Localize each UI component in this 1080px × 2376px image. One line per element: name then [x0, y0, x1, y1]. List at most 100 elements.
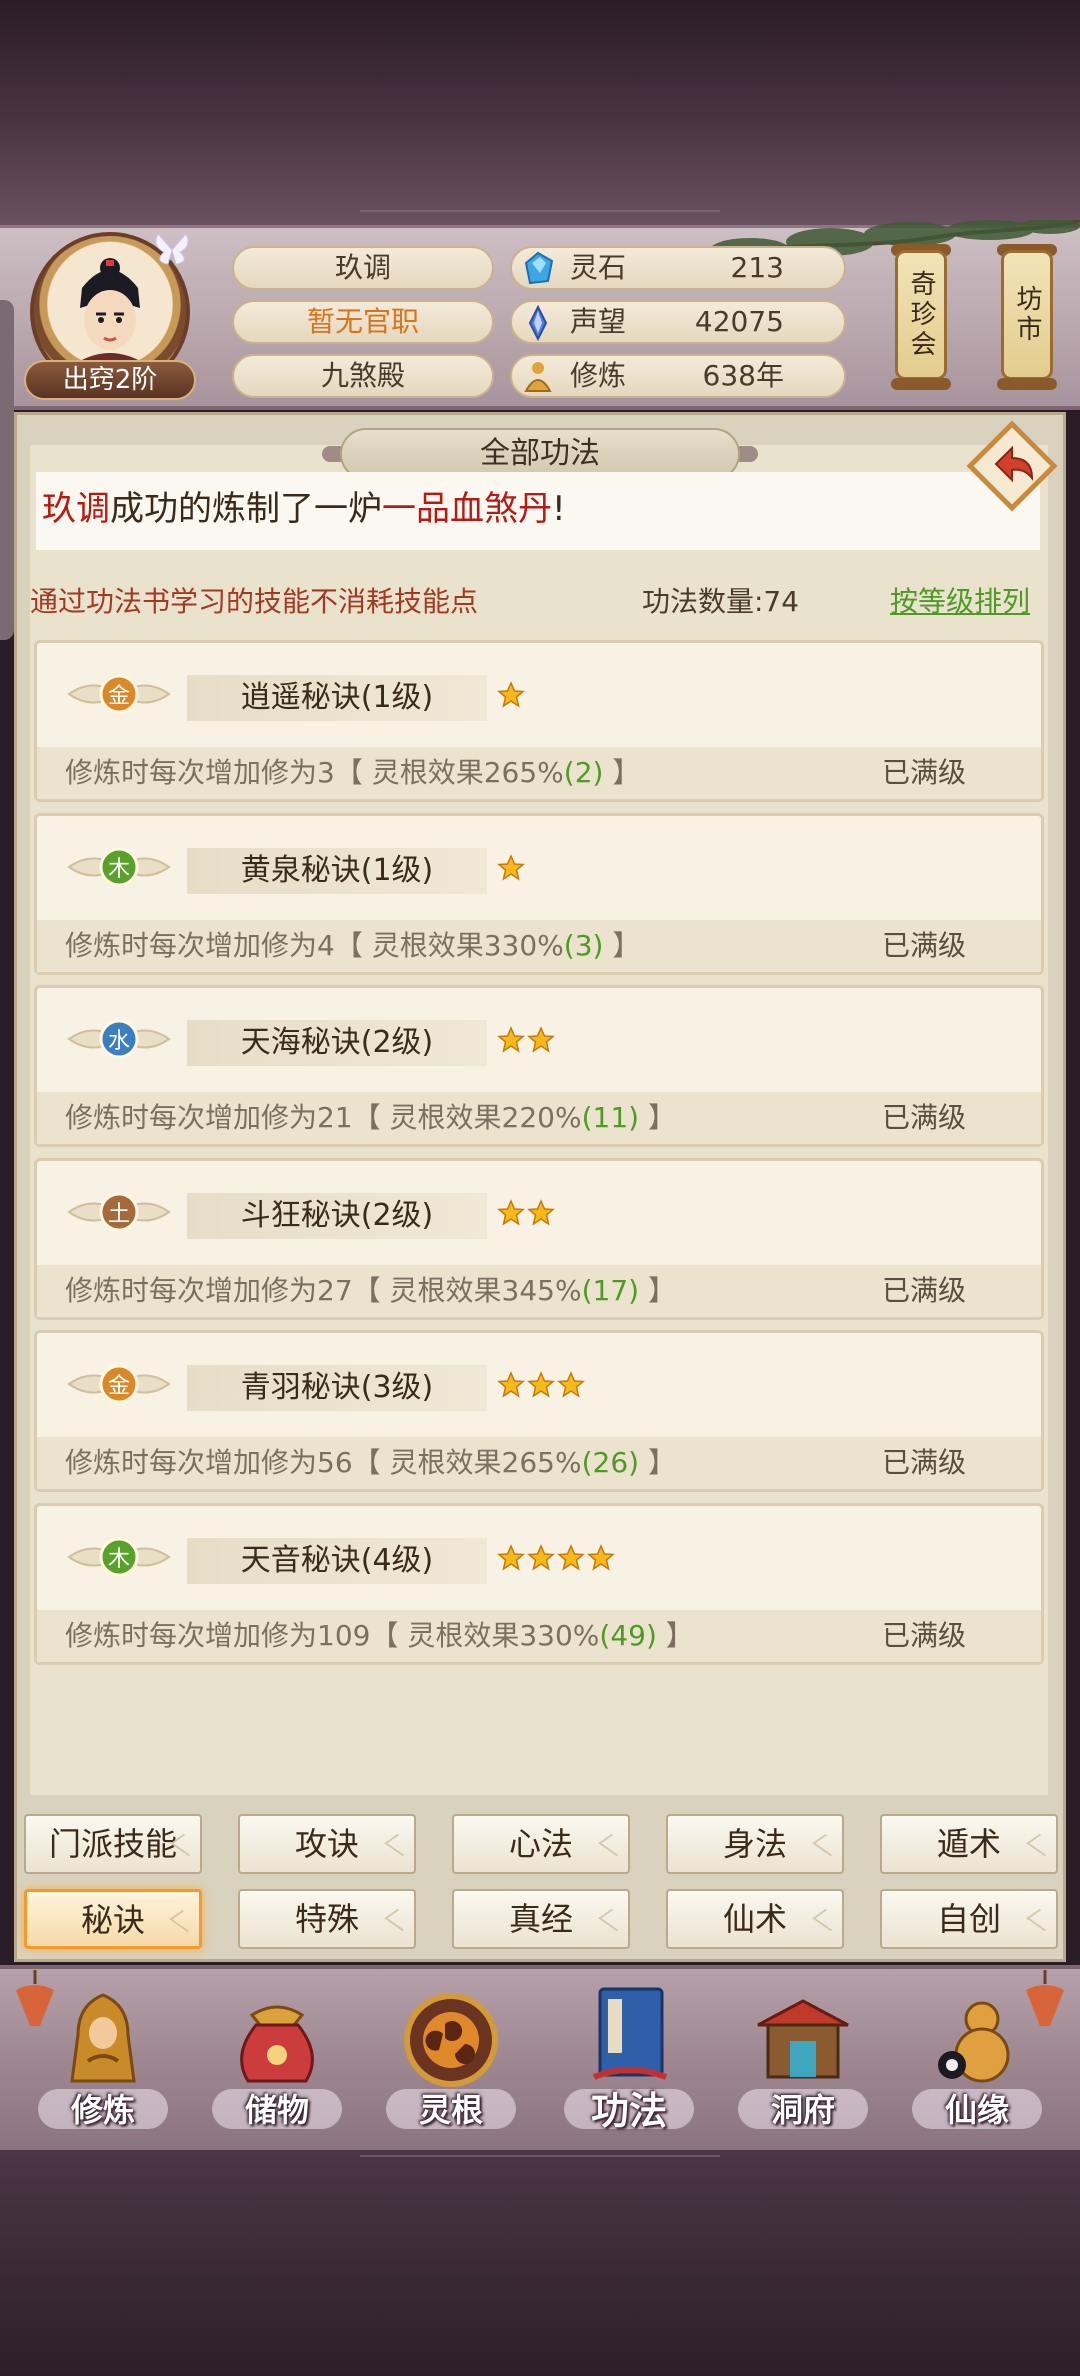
back-arrow-icon[interactable]	[966, 420, 1058, 512]
skill-description: 修炼时每次增加修为4【 灵根效果330%(3) 】	[65, 924, 640, 968]
element-char: 水	[108, 1029, 130, 1054]
skill-name: 黄泉秘诀(1级)	[187, 847, 487, 894]
nav-label: 仙缘	[944, 2091, 1009, 2129]
nav-spirit-root[interactable]: 灵根	[376, 1985, 526, 2145]
nav-cultivate[interactable]: 修炼	[28, 1985, 178, 2145]
desc-end: 】	[603, 928, 641, 962]
reputation-icon	[528, 305, 548, 341]
sort-by-level-link[interactable]: 按等级排列	[890, 580, 1030, 620]
desc-text: 修炼时每次增加修为109【 灵根效果330%	[65, 1618, 600, 1652]
star-icon	[557, 1543, 585, 1578]
reputation-label: 声望	[570, 305, 627, 338]
nav-label: 功法	[590, 2089, 667, 2133]
element-badge-icon: 金	[67, 674, 171, 714]
filter-button[interactable]: 心法	[452, 1814, 630, 1874]
treasure-pavilion-button[interactable]: 奇珍会	[895, 250, 947, 380]
element-badge-icon: 木	[67, 1537, 171, 1576]
star-icon	[527, 1026, 555, 1060]
skill-name: 天音秘诀(4级)	[187, 1537, 487, 1584]
skill-card[interactable]: 木 天音秘诀(4级) 修炼时每次增加修为109【 灵根效果330%(49) 】 已满级	[34, 1502, 1044, 1665]
rank-badge: 出窍2阶	[24, 360, 196, 400]
filter-button[interactable]: 仙术	[666, 1889, 844, 1949]
skill-name: 青羽秘诀(3级)	[187, 1365, 487, 1411]
scroll-cap-bottom	[997, 378, 1057, 390]
skill-card[interactable]: 水 天海秘诀(2级) 修炼时每次增加修为21【 灵根效果220%(11) 】 已满级	[34, 985, 1044, 1147]
max-level-status: 已满级	[882, 1101, 967, 1134]
spirit-stone-icon	[524, 251, 554, 285]
reputation-value: 42075	[694, 305, 784, 338]
element-char: 金	[108, 684, 130, 709]
max-level-status: 已满级	[882, 1618, 967, 1652]
notice-text: 成功的炼制了一炉	[110, 489, 382, 529]
max-level-status: 已满级	[882, 756, 967, 789]
skill-description: 修炼时每次增加修为27【 灵根效果345%(17) 】	[65, 1269, 676, 1313]
skill-count: 功法数量:74	[642, 585, 800, 618]
max-level-status: 已满级	[882, 1446, 967, 1479]
resource-reputation: 声望 42075	[510, 300, 846, 344]
desc-text: 修炼时每次增加修为27【 灵根效果345%	[65, 1273, 582, 1307]
skill-card[interactable]: 土 斗狂秘诀(2级) 修炼时每次增加修为27【 灵根效果345%(17) 】 已满级	[34, 1157, 1044, 1320]
avatar[interactable]	[62, 258, 158, 368]
bottom-background	[0, 2150, 1080, 2376]
element-badge-icon: 水	[67, 1019, 171, 1059]
star-icon	[497, 681, 525, 715]
nav-label: 洞府	[770, 2091, 835, 2129]
filter-button[interactable]: 特殊	[238, 1889, 416, 1949]
nav-skills[interactable]: 功法	[554, 1985, 704, 2145]
star-icon	[587, 1543, 615, 1578]
skill-stars	[497, 1543, 615, 1578]
resource-cultivation: 修炼 638年	[510, 354, 846, 398]
skill-name: 逍遥秘诀(1级)	[187, 675, 487, 721]
filter-button[interactable]: 攻诀	[238, 1814, 416, 1874]
cave-mansion-icon	[757, 1999, 849, 2079]
spirit-stone-value: 213	[730, 251, 784, 284]
max-level-status: 已满级	[882, 928, 967, 962]
skill-card[interactable]: 金 青羽秘诀(3级) 修炼时每次增加修为56【 灵根效果265%(26) 】 已满级	[34, 1330, 1044, 1492]
star-icon	[497, 1026, 525, 1060]
element-char: 木	[108, 1547, 130, 1572]
filter-button[interactable]: 秘诀	[24, 1889, 202, 1949]
desc-text: 修炼时每次增加修为21【 灵根效果220%	[65, 1101, 582, 1134]
star-icon	[497, 853, 525, 888]
market-button[interactable]: 坊市	[1001, 250, 1053, 380]
desc-end: 】	[639, 1446, 676, 1479]
official-title[interactable]: 暂无官职	[232, 300, 494, 344]
cultivation-value: 638年	[702, 359, 784, 392]
desc-text: 修炼时每次增加修为3【 灵根效果265%	[65, 756, 564, 789]
skill-name: 斗狂秘诀(2级)	[187, 1192, 487, 1239]
sect-name: 九煞殿	[232, 354, 494, 398]
star-icon	[527, 1198, 555, 1233]
star-icon	[527, 1543, 555, 1578]
filter-button[interactable]: 遁术	[880, 1814, 1058, 1874]
side-drawer-handle[interactable]	[0, 300, 14, 640]
nav-fate[interactable]: 仙缘	[902, 1985, 1052, 2145]
star-icon	[557, 1371, 585, 1405]
skill-card[interactable]: 金 逍遥秘诀(1级) 修炼时每次增加修为3【 灵根效果265%(2) 】 已满级	[34, 640, 1044, 802]
treasure-bag-icon	[240, 2005, 314, 2083]
skill-hint: 通过功法书学习的技能不消耗技能点	[30, 585, 479, 618]
top-ornament	[360, 188, 720, 212]
skill-stars	[497, 681, 525, 715]
filter-button[interactable]: 自创	[880, 1889, 1058, 1949]
skill-book-icon	[592, 1987, 668, 2080]
desc-end: 】	[603, 756, 641, 789]
cultivation-label: 修炼	[570, 359, 627, 392]
skill-card[interactable]: 木 黄泉秘诀(1级) 修炼时每次增加修为4【 灵根效果330%(3) 】 已满级	[34, 812, 1044, 975]
desc-bonus: (11)	[581, 1101, 640, 1134]
nav-cave[interactable]: 洞府	[728, 1985, 878, 2145]
star-icon	[497, 1198, 525, 1233]
desc-end: 】	[639, 1101, 676, 1134]
skill-stars	[497, 1026, 555, 1060]
filter-button[interactable]: 真经	[452, 1889, 630, 1949]
nav-storage[interactable]: 储物	[202, 1985, 352, 2145]
filter-button[interactable]: 身法	[666, 1814, 844, 1874]
skill-name: 天海秘诀(2级)	[187, 1020, 487, 1066]
butterfly-icon	[155, 233, 189, 265]
filter-button[interactable]: 门派技能	[24, 1814, 202, 1874]
spirit-stone-label: 灵石	[570, 251, 627, 284]
skill-description: 修炼时每次增加修为109【 灵根效果330%(49) 】	[65, 1614, 694, 1658]
skill-description: 修炼时每次增加修为21【 灵根效果220%(11) 】	[65, 1096, 676, 1140]
element-badge-icon: 金	[67, 1364, 171, 1404]
skill-stars	[497, 1198, 555, 1233]
skill-description: 修炼时每次增加修为3【 灵根效果265%(2) 】	[65, 751, 640, 795]
